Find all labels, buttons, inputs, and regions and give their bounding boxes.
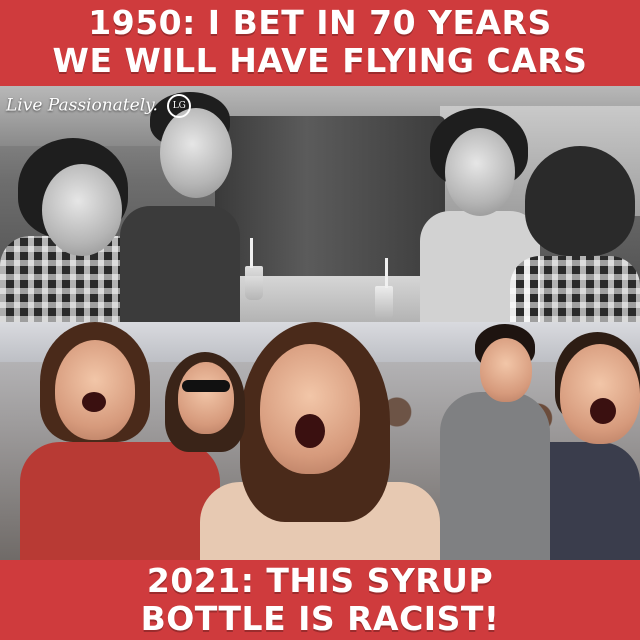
bottom-caption: 2021: THIS SYRUP BOTTLE IS RACIST! xyxy=(0,562,640,638)
milkshake-glass xyxy=(245,266,263,300)
top-caption: 1950: I BET IN 70 YEARS WE WILL HAVE FLY… xyxy=(0,4,640,80)
top-caption-line-1: 1950: I BET IN 70 YEARS xyxy=(88,3,552,42)
protest-photo xyxy=(0,322,640,560)
top-caption-line-2: WE WILL HAVE FLYING CARS xyxy=(52,41,588,80)
watermark-text: Live Passionately. xyxy=(6,95,158,116)
bottom-caption-line-1: 2021: THIS SYRUP xyxy=(146,561,494,600)
bottom-caption-line-2: BOTTLE IS RACIST! xyxy=(140,599,500,638)
watermark-logo: LG xyxy=(167,94,192,118)
watermark: Live Passionately. LG xyxy=(6,94,192,118)
straw xyxy=(385,258,388,288)
vintage-diner-photo: Live Passionately. LG xyxy=(0,86,640,322)
meme-image: 1950: I BET IN 70 YEARS WE WILL HAVE FLY… xyxy=(0,0,640,640)
straw xyxy=(250,238,253,268)
milkshake-glass xyxy=(375,286,393,320)
